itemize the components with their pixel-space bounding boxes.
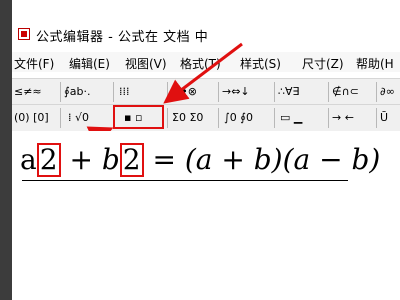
- exponent-box-1[interactable]: 2: [36, 143, 61, 177]
- variable-b: b: [101, 143, 120, 176]
- plus-sign: +: [69, 143, 93, 176]
- equation-editing-area[interactable]: a2 + b2 = (a + b)(a − b): [12, 131, 400, 300]
- equation-baseline-underline: [22, 180, 348, 181]
- background-window-edge: [0, 0, 12, 300]
- equation-editor-window: 公式编辑器 - 公式在 文档 中 文件(F) 编辑(E) 视图(V) 格式(T)…: [12, 0, 400, 300]
- arrow-to-template-button: [163, 42, 243, 104]
- equation[interactable]: a2 + b2 = (a + b)(a − b): [20, 143, 380, 177]
- equation-right-side: = (a + b)(a − b): [152, 143, 381, 176]
- variable-a: a: [20, 143, 37, 176]
- exponent-box-2[interactable]: 2: [119, 143, 144, 177]
